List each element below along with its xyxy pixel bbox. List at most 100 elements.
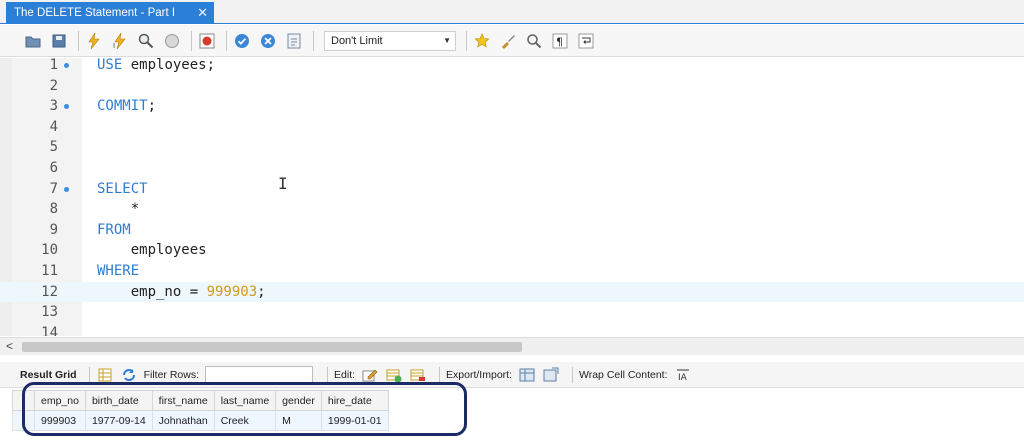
- sql-text: employees;: [122, 58, 216, 73]
- code-line[interactable]: 1 USE employees;: [0, 58, 1024, 76]
- editor-toolbar: I Don't Limit ▼ ¶: [0, 25, 1024, 57]
- result-toolbar: Result Grid Filter Rows: Edit: Export/Im…: [0, 362, 1024, 388]
- line-number: 10: [41, 242, 58, 259]
- text-cursor-icon: I: [278, 174, 288, 193]
- code-line[interactable]: 5: [0, 137, 1024, 158]
- toolbar-separator: [88, 366, 90, 383]
- column-header-last-name[interactable]: last_name: [213, 390, 277, 411]
- execute-current-icon[interactable]: I: [109, 30, 131, 52]
- code-text: SELECT: [97, 179, 148, 200]
- line-number: 13: [41, 304, 58, 321]
- line-number: 4: [49, 118, 58, 135]
- sql-text: *: [97, 201, 140, 218]
- column-header-first-name[interactable]: first_name: [151, 390, 215, 411]
- line-number: 6: [49, 160, 58, 176]
- wrap-lines-icon[interactable]: [575, 30, 597, 52]
- column-header-hire-date[interactable]: hire_date: [320, 390, 389, 411]
- grid-cell[interactable]: M: [275, 410, 322, 431]
- statement-marker-icon: [64, 63, 69, 68]
- code-line[interactable]: 4: [0, 117, 1024, 138]
- code-line[interactable]: 8 *: [0, 199, 1024, 220]
- row-limit-select[interactable]: Don't Limit ▼: [324, 30, 456, 51]
- statement-marker-icon: [64, 186, 69, 192]
- toolbar-separator: [78, 30, 79, 51]
- statement-marker-icon: [64, 104, 69, 110]
- commit-check-icon[interactable]: [231, 30, 253, 52]
- code-line[interactable]: 3 COMMIT;: [0, 96, 1024, 117]
- code-line[interactable]: 7 SELECT: [0, 179, 1024, 200]
- sql-keyword: SELECT: [97, 180, 148, 197]
- sql-text: ;: [257, 283, 266, 300]
- grid-cell[interactable]: Johnathan: [151, 410, 215, 431]
- result-grid-tab[interactable]: Result Grid: [20, 369, 77, 381]
- code-text: USE employees;: [97, 58, 215, 76]
- save-icon[interactable]: [48, 30, 70, 52]
- grid-header-row: emp_no birth_date first_name last_name gende…: [12, 390, 389, 411]
- insert-row-icon[interactable]: [385, 366, 403, 384]
- beautify-brush-icon[interactable]: [497, 30, 519, 52]
- code-line[interactable]: 11 WHERE: [0, 261, 1024, 282]
- sql-text: employees: [97, 242, 207, 259]
- star-add-icon[interactable]: [471, 30, 493, 52]
- line-number: 9: [49, 221, 58, 238]
- invisible-chars-icon[interactable]: ¶: [549, 30, 571, 52]
- toolbar-separator: [313, 30, 314, 51]
- column-header-emp-no[interactable]: emp_no: [34, 390, 86, 411]
- edit-label: Edit:: [334, 368, 356, 381]
- execute-lightning-icon[interactable]: [83, 30, 105, 52]
- svg-text:¶: ¶: [556, 35, 563, 48]
- sql-text: ;: [147, 98, 157, 115]
- wrap-cell-icon[interactable]: IA: [674, 366, 692, 384]
- row-header[interactable]: [12, 410, 35, 431]
- line-number: 3: [49, 98, 58, 115]
- table-row[interactable]: 999903 1977-09-14 Johnathan Creek M 1999-01-0…: [12, 410, 389, 431]
- grid-view-icon[interactable]: [96, 366, 114, 384]
- stop-icon[interactable]: [161, 30, 183, 52]
- code-line[interactable]: 6: [0, 158, 1024, 179]
- svg-text:IA: IA: [678, 373, 688, 382]
- row-limit-value: Don't Limit: [331, 34, 383, 47]
- scrollbar-thumb[interactable]: [22, 342, 522, 352]
- code-line[interactable]: 2: [0, 76, 1024, 97]
- refresh-icon[interactable]: [120, 366, 138, 384]
- sql-number: 999903: [206, 283, 258, 300]
- rollback-x-icon[interactable]: [257, 30, 279, 52]
- column-header-birth-date[interactable]: birth_date: [84, 390, 153, 411]
- code-line[interactable]: 14: [0, 323, 1024, 336]
- folder-icon[interactable]: [22, 30, 44, 52]
- export-icon[interactable]: [518, 366, 536, 384]
- import-icon[interactable]: [542, 366, 560, 384]
- result-grid[interactable]: emp_no birth_date first_name last_name gende…: [12, 390, 462, 434]
- find-magnifier-icon[interactable]: [523, 30, 545, 52]
- code-text: employees: [97, 240, 207, 261]
- toggle-error-icon[interactable]: [196, 30, 218, 52]
- delete-row-icon[interactable]: [409, 366, 427, 384]
- code-text: COMMIT;: [97, 96, 156, 117]
- sql-editor[interactable]: 1 USE employees; 2 3 COMMIT; 4 5 6 7 SELECT 8 * 9 FR…: [0, 58, 1024, 336]
- grid-cell[interactable]: 1977-09-14: [84, 410, 153, 431]
- line-number: 11: [41, 263, 58, 279]
- code-line[interactable]: 13: [0, 302, 1024, 323]
- filter-rows-input[interactable]: [205, 365, 314, 384]
- code-line[interactable]: 12 emp_no = 999903;: [0, 281, 1024, 303]
- chevron-left-icon[interactable]: <: [6, 339, 13, 353]
- toolbar-separator: [439, 366, 441, 383]
- line-number: 8: [49, 201, 58, 218]
- close-icon[interactable]: ✕: [197, 5, 208, 21]
- grid-cell[interactable]: 999903: [34, 410, 86, 431]
- grid-cell[interactable]: 1999-01-01: [320, 410, 389, 431]
- autocommit-icon[interactable]: [283, 30, 305, 52]
- edit-row-icon[interactable]: [361, 366, 379, 384]
- sql-keyword: USE: [97, 58, 123, 73]
- grid-cell[interactable]: Creek: [213, 410, 277, 431]
- explain-magnifier-icon[interactable]: [135, 30, 157, 52]
- tab-delete-statement[interactable]: The DELETE Statement - Part I ✕: [6, 2, 214, 24]
- column-header-gender[interactable]: gender: [275, 390, 322, 411]
- sql-keyword: COMMIT: [97, 98, 148, 115]
- code-line[interactable]: 10 employees: [0, 240, 1024, 261]
- code-line[interactable]: 9 FROM: [0, 220, 1024, 241]
- toolbar-separator: [466, 30, 467, 51]
- horizontal-scrollbar[interactable]: <: [0, 337, 1024, 355]
- line-number: 1: [49, 58, 58, 73]
- tab-strip: The DELETE Statement - Part I ✕: [0, 0, 1024, 24]
